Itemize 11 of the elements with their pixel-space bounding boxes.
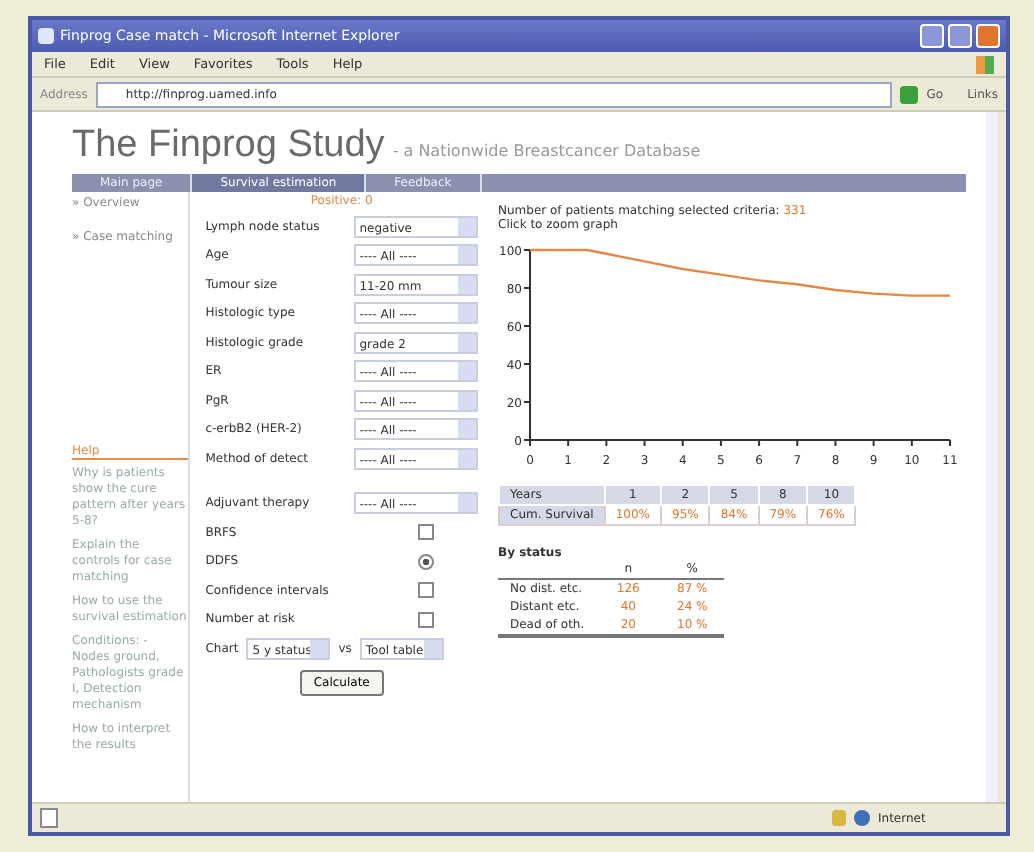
close-button[interactable] <box>976 24 1000 48</box>
minimize-button[interactable] <box>920 24 944 48</box>
maximize-button[interactable] <box>948 24 972 48</box>
checkbox[interactable] <box>417 524 434 541</box>
page-subtitle: - a Nationwide Breastcancer Database <box>392 142 701 160</box>
radio-button[interactable] <box>417 553 434 570</box>
page-title: The Finprog Study <box>72 124 385 168</box>
globe-icon <box>854 810 870 826</box>
page-icon <box>40 808 58 828</box>
checkbox[interactable] <box>417 582 434 599</box>
checkbox[interactable] <box>417 611 434 628</box>
